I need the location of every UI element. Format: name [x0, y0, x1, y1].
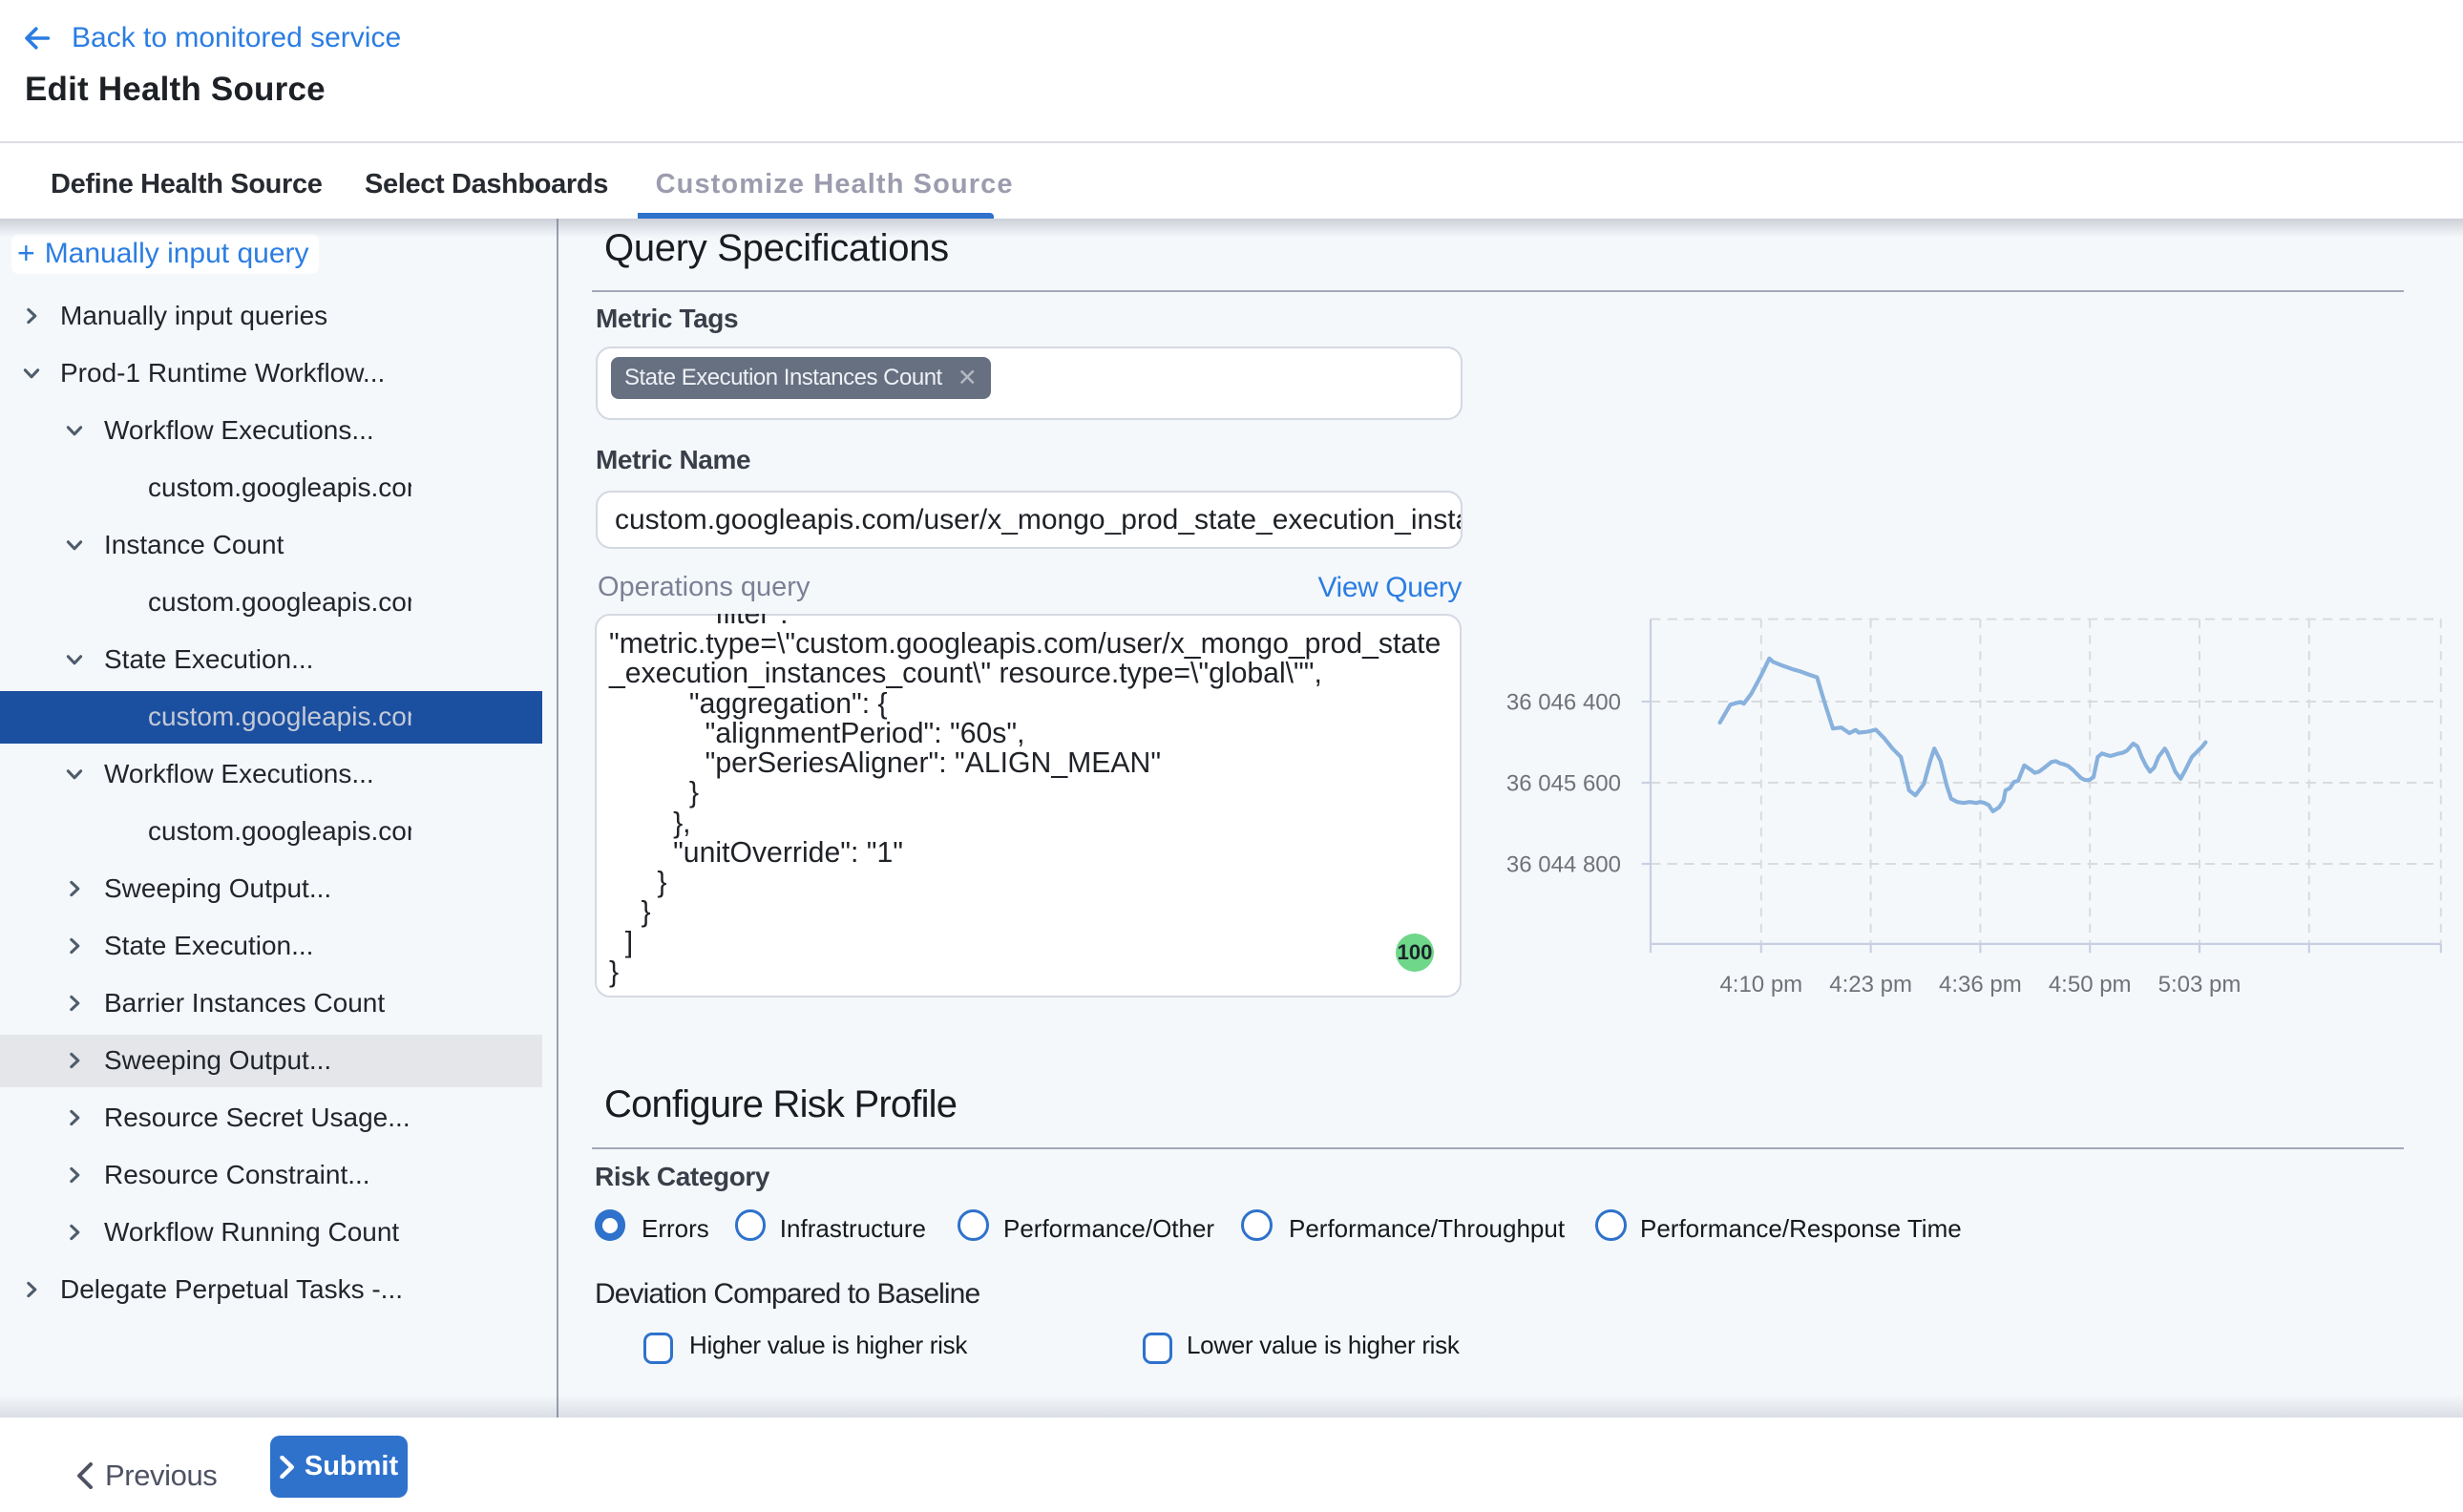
svg-text:4:50 pm: 4:50 pm	[2049, 972, 2132, 998]
svg-text:36 044 800: 36 044 800	[1506, 851, 1621, 877]
svg-text:4:36 pm: 4:36 pm	[1939, 972, 2022, 998]
svg-text:5:03 pm: 5:03 pm	[2158, 972, 2242, 998]
svg-text:4:23 pm: 4:23 pm	[1829, 972, 1912, 998]
svg-text:36 045 600: 36 045 600	[1506, 770, 1621, 796]
svg-text:4:10 pm: 4:10 pm	[1719, 972, 1802, 998]
svg-text:36 046 400: 36 046 400	[1506, 689, 1621, 715]
